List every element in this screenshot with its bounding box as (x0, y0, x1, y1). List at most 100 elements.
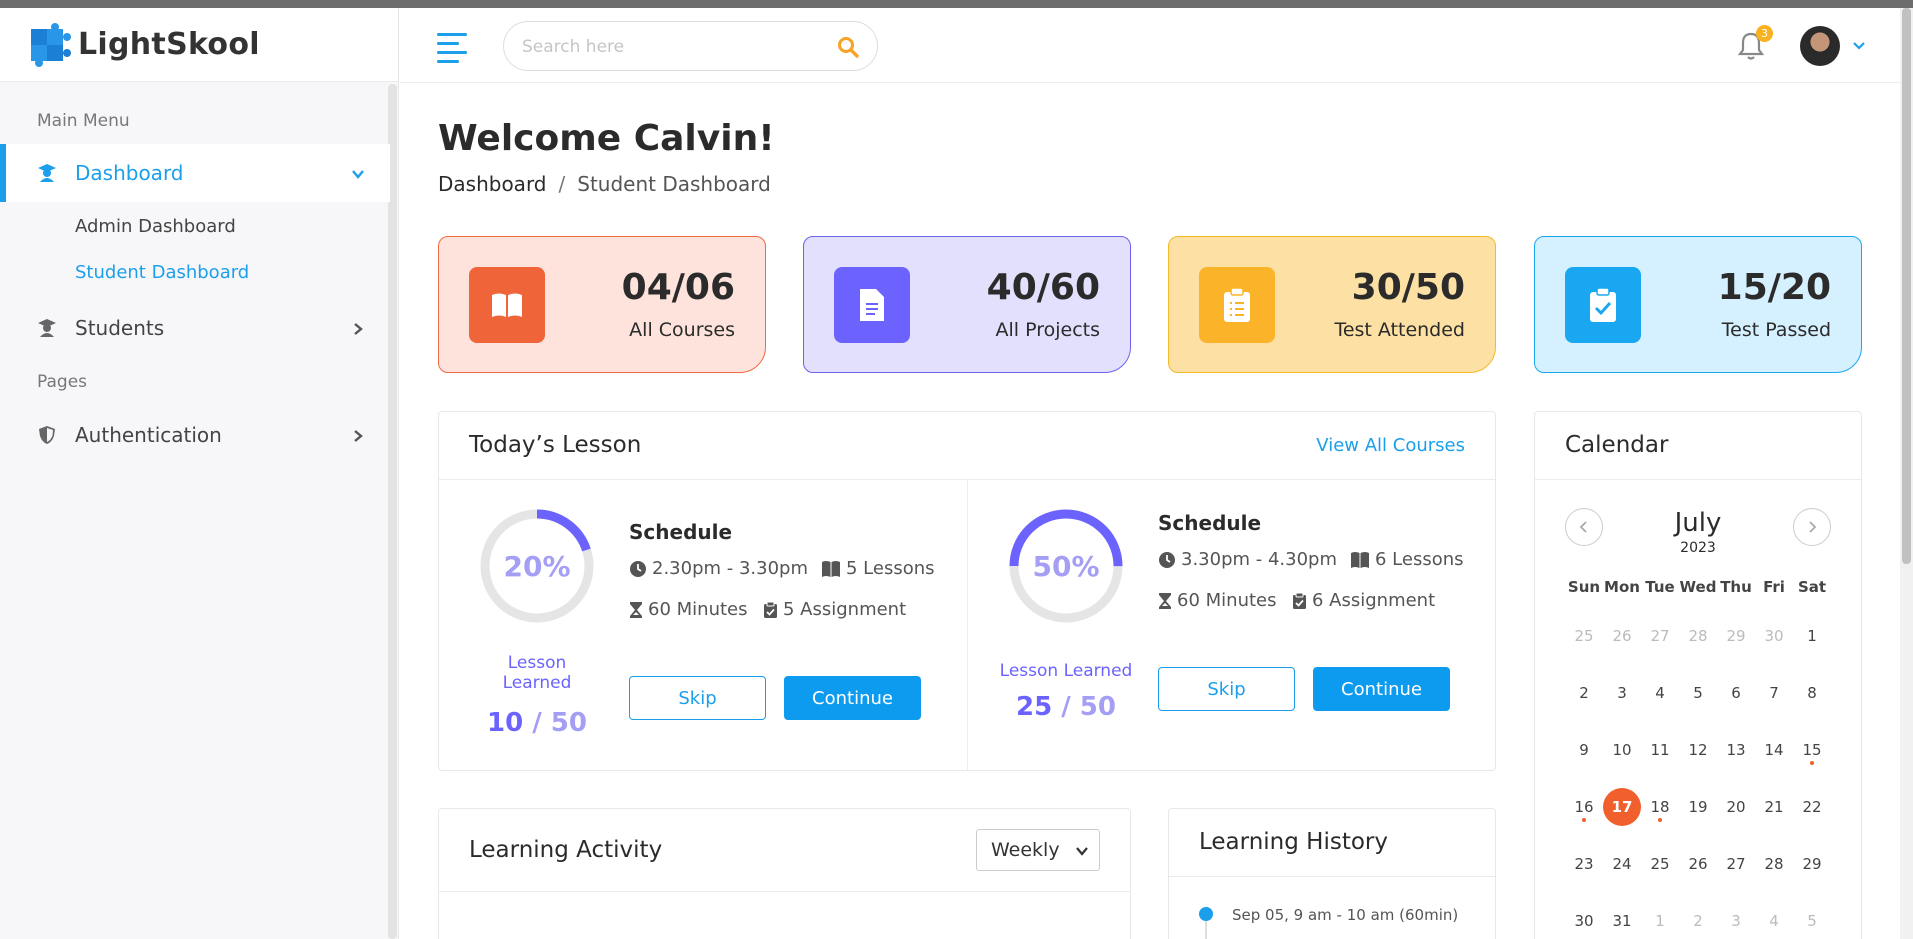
learning-history-card: Learning History Sep 05, 9 am - 10 am (6… (1168, 808, 1496, 939)
stat-label: All Projects (995, 319, 1101, 341)
page-scrollbar[interactable] (1900, 8, 1913, 939)
calendar-day[interactable]: 1 (1793, 607, 1831, 664)
calendar-day[interactable]: 2 (1679, 892, 1717, 939)
calendar-day[interactable]: 24 (1603, 835, 1641, 892)
calendar-day[interactable]: 13 (1717, 721, 1755, 778)
period-select-value: Weekly (991, 839, 1060, 861)
sidebar-item-authentication[interactable]: Authentication (0, 406, 390, 464)
calendar-day[interactable]: 26 (1679, 835, 1717, 892)
calendar-day[interactable]: 4 (1755, 892, 1793, 939)
calendar-day-today[interactable]: 17 (1603, 778, 1641, 835)
calendar-day[interactable]: 27 (1717, 835, 1755, 892)
stat-card-projects[interactable]: 40/60 All Projects (803, 236, 1131, 373)
continue-button[interactable]: Continue (1313, 667, 1450, 711)
timeline-dot (1199, 907, 1213, 921)
todays-lesson-card: Today’s Lesson View All Courses 20% Less… (438, 411, 1496, 771)
shield-icon (37, 425, 57, 445)
calendar-day[interactable]: 28 (1755, 835, 1793, 892)
lesson-count-text: 6 Lessons (1375, 549, 1464, 570)
calendar-day[interactable]: 8 (1793, 664, 1831, 721)
stat-card-tests-passed[interactable]: 15/20 Test Passed (1534, 236, 1862, 373)
calendar-week: 2345678 (1565, 664, 1831, 721)
brand-name: LightSkool (78, 27, 260, 62)
event-dot (1582, 818, 1586, 822)
calendar-day[interactable]: 26 (1603, 607, 1641, 664)
calendar-day[interactable]: 4 (1641, 664, 1679, 721)
search-input[interactable] (522, 34, 822, 60)
chevron-down-icon[interactable] (1851, 38, 1867, 54)
sidebar: LightSkool Main Menu Dashboard Admin Das… (0, 8, 399, 939)
calendar-day[interactable]: 16 (1565, 778, 1603, 835)
calendar-day[interactable]: 10 (1603, 721, 1641, 778)
learned-count: 25 (1016, 692, 1053, 722)
window-top-strip (0, 0, 1913, 8)
learned-sep: / (1052, 692, 1080, 722)
calendar-day[interactable]: 1 (1641, 892, 1679, 939)
learning-activity-card: Learning Activity Weekly (438, 808, 1131, 939)
calendar-day[interactable]: 25 (1641, 835, 1679, 892)
stat-card-courses[interactable]: 04/06 All Courses (438, 236, 766, 373)
continue-button[interactable]: Continue (784, 676, 921, 720)
avatar[interactable] (1800, 26, 1840, 66)
top-header: 3 (400, 8, 1900, 83)
card-divider (1169, 876, 1495, 877)
calendar-day[interactable]: 14 (1755, 721, 1793, 778)
breadcrumb: Dashboard / Student Dashboard (438, 172, 771, 196)
calendar-day[interactable]: 3 (1717, 892, 1755, 939)
calendar-day[interactable]: 5 (1679, 664, 1717, 721)
calendar-day[interactable]: 29 (1717, 607, 1755, 664)
calendar-day[interactable]: 3 (1603, 664, 1641, 721)
calendar-day[interactable]: 6 (1717, 664, 1755, 721)
calendar-day[interactable]: 30 (1565, 892, 1603, 939)
calendar-day[interactable]: 27 (1641, 607, 1679, 664)
book-open-icon (1351, 551, 1369, 568)
breadcrumb-root[interactable]: Dashboard (438, 172, 547, 196)
sidebar-item-label: Students (75, 316, 165, 340)
weekday-label: Fri (1763, 578, 1785, 596)
calendar-day[interactable]: 7 (1755, 664, 1793, 721)
calendar-day[interactable]: 11 (1641, 721, 1679, 778)
calendar-day[interactable]: 30 (1755, 607, 1793, 664)
weekday-label: Wed (1679, 578, 1717, 596)
calendar-day[interactable]: 12 (1679, 721, 1717, 778)
calendar-week: 30 31 1 2 3 4 5 (1565, 892, 1831, 939)
card-title: Learning Activity (469, 837, 663, 863)
stat-card-tests-attended[interactable]: 30/50 Test Attended (1168, 236, 1496, 373)
sidebar-item-dashboard[interactable]: Dashboard (0, 144, 390, 202)
sidebar-subitem-student-dashboard[interactable]: Student Dashboard (75, 262, 249, 283)
lesson-item: 50% Lesson Learned 25 / 50 Schedule 3.30… (968, 480, 1496, 770)
view-all-courses-link[interactable]: View All Courses (1316, 435, 1465, 456)
calendar-day[interactable]: 25 (1565, 607, 1603, 664)
event-dot (1810, 761, 1814, 765)
period-select[interactable]: Weekly (976, 829, 1100, 871)
sidebar-subitem-admin-dashboard[interactable]: Admin Dashboard (75, 216, 236, 237)
hourglass-icon (1159, 592, 1171, 609)
chevron-right-icon (1809, 521, 1817, 533)
notification-badge: 3 (1756, 25, 1773, 42)
calendar-day[interactable]: 22 (1793, 778, 1831, 835)
menu-toggle-icon[interactable] (437, 33, 467, 63)
calendar-next-button[interactable] (1793, 508, 1831, 546)
calendar-day[interactable]: 9 (1565, 721, 1603, 778)
calendar-day[interactable]: 2 (1565, 664, 1603, 721)
skip-button[interactable]: Skip (1158, 667, 1295, 711)
calendar-day[interactable]: 19 (1679, 778, 1717, 835)
sidebar-item-students[interactable]: Students (0, 299, 390, 357)
stat-label: Test Passed (1721, 319, 1831, 341)
calendar-day[interactable]: 20 (1717, 778, 1755, 835)
stat-value: 40/60 (986, 267, 1100, 308)
calendar-day[interactable]: 29 (1793, 835, 1831, 892)
skip-button[interactable]: Skip (629, 676, 766, 720)
calendar-day[interactable]: 28 (1679, 607, 1717, 664)
calendar-day[interactable]: 18 (1641, 778, 1679, 835)
calendar-day[interactable]: 21 (1755, 778, 1793, 835)
calendar-day[interactable]: 23 (1565, 835, 1603, 892)
lesson-duration-text: 60 Minutes (1177, 590, 1277, 611)
calendar-day[interactable]: 15 (1793, 721, 1831, 778)
calendar-day[interactable]: 5 (1793, 892, 1831, 939)
logo[interactable]: LightSkool (0, 8, 398, 82)
calendar-day[interactable]: 31 (1603, 892, 1641, 939)
sidebar-scrollbar[interactable] (388, 84, 397, 939)
lesson-assignment: 6 Assignment (1292, 590, 1435, 611)
search-icon[interactable] (836, 35, 860, 59)
